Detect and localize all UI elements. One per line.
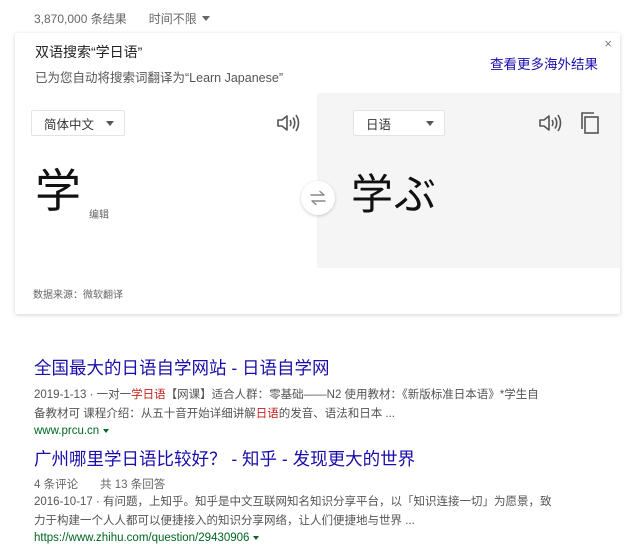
snippet-text: 力于构建一个人人都可以便捷接入的知识分享网络，让人们便捷地与世界 ... [34,515,415,527]
card-subtitle: 已为您自动将搜索词翻译为“Learn Japanese” [35,71,283,85]
chevron-down-icon [426,121,434,126]
result-snippet: 2019-1-13 · 一对一学日语【网课】适合人群：零基础——N2 使用教材：… [34,386,604,424]
data-source-note: 数据来源：微软翻译 [33,290,123,301]
speaker-icon[interactable] [275,111,301,135]
result-title-link[interactable]: 全国最大的日语自学网站 - 日语自学网 [34,355,604,380]
answer-count: 共 13 条回答 [100,479,166,491]
result-title-link[interactable]: 广州哪里学日语比较好？ - 知乎 - 发现更大的世界 [34,446,604,471]
snippet-highlight: 学日语 [131,389,166,401]
source-pane: 简体中文 学 编辑 [15,93,317,268]
snippet-text: 2016-10-17 · 有问题，上知乎。知乎是中文互联网知名知识分享平台，以「… [34,496,552,508]
snippet-text: 2019-1-13 · 一对一 [34,389,132,401]
source-language-select[interactable]: 简体中文 [31,110,125,136]
result-url-text: www.prcu.cn [34,425,100,437]
snippet-text: 【网课】适合人群：零基础——N2 使用教材：《新版标准日本语》*学生自 [165,389,539,401]
chevron-down-icon[interactable] [103,429,110,433]
result-meta: 4 条评论 共 13 条回答 [34,476,604,492]
chevron-down-icon [201,16,210,21]
time-filter-label: 时间不限 [148,12,197,26]
target-pane: 日语 学ぶ [317,93,620,268]
source-text[interactable]: 学 [35,168,81,214]
time-filter-dropdown[interactable]: 时间不限 [149,10,210,27]
snippet-text: 备教材可 课程介绍：从五十音开始详细讲解 [34,408,256,420]
more-overseas-results-link[interactable]: 查看更多海外结果 [490,53,598,73]
chevron-down-icon[interactable] [253,536,260,540]
translation-card: 双语搜索“学日语” 已为您自动将搜索词翻译为“Learn Japanese” 查… [15,33,620,314]
target-language-label: 日语 [366,117,392,132]
swap-arrows-icon [310,190,326,206]
search-result: 全国最大的日语自学网站 - 日语自学网 2019-1-13 · 一对一学日语【网… [34,355,604,437]
result-url[interactable]: https://www.zhihu.com/question/29430906 [34,532,604,544]
target-language-select[interactable]: 日语 [353,110,445,136]
snippet-text: 的发音、语法和日本 ... [278,408,395,420]
snippet-highlight: 日语 [255,408,279,420]
translated-text: 学ぶ [351,170,438,219]
search-result: 广州哪里学日语比较好？ - 知乎 - 发现更大的世界 4 条评论 共 13 条回… [34,446,604,544]
speaker-icon[interactable] [537,111,563,135]
result-url[interactable]: www.prcu.cn [34,425,604,437]
chevron-down-icon [106,121,114,126]
swap-languages-button[interactable] [301,181,335,215]
results-toolbar: 3,870,000 条结果 时间不限 [34,10,210,27]
result-url-text: https://www.zhihu.com/question/29430906 [34,532,250,544]
card-title: 双语搜索“学日语” [35,44,143,60]
comment-count[interactable]: 4 条评论 [34,476,78,492]
source-language-label: 简体中文 [44,117,95,132]
copy-icon[interactable] [579,111,601,135]
close-icon[interactable]: × [604,36,612,51]
result-snippet: 2016-10-17 · 有问题，上知乎。知乎是中文互联网知名知识分享平台，以「… [34,493,604,531]
result-count: 3,870,000 条结果 [34,12,127,26]
edit-link[interactable]: 编辑 [89,206,109,221]
